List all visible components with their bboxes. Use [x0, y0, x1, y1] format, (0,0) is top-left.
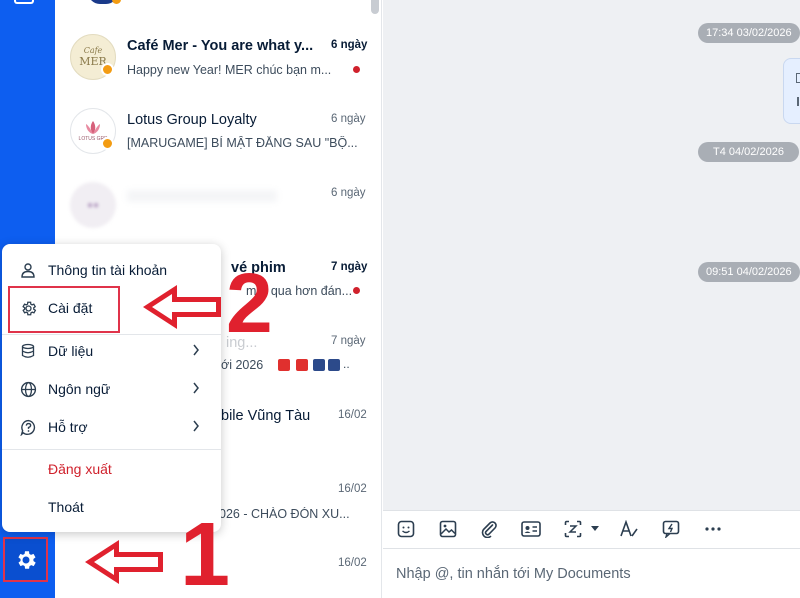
conversation-time: 7 ngày: [331, 261, 368, 273]
menu-item-logout[interactable]: Đăng xuất: [2, 452, 221, 486]
attachment-icon[interactable]: [478, 519, 500, 539]
gear-icon: [17, 550, 36, 569]
help-icon: [18, 417, 38, 437]
annotation-step-1: 1: [180, 505, 231, 598]
chevron-right-icon: [190, 342, 202, 358]
menu-label: Dữ liệu: [48, 343, 94, 359]
message-input[interactable]: Nhập @, tin nhắn tới My Documents: [396, 566, 631, 582]
menu-label: Đăng xuất: [48, 461, 112, 477]
text-format-icon[interactable]: [618, 519, 640, 539]
chevron-right-icon: [190, 418, 202, 434]
conversation-preview: [MARUGAME] BÍ MẬT ĐẰNG SAU "BỘ...: [127, 136, 358, 150]
conversation-item[interactable]: LOTUS GRP: [55, 94, 373, 168]
menu-label: Hỗ trợ: [48, 419, 88, 435]
annotation-arrow: [143, 285, 221, 329]
timestamp-chip: 09:51 04/02/2026: [698, 262, 800, 282]
conversation-time: 7 ngày: [331, 335, 366, 347]
menu-label: Ngôn ngữ: [48, 381, 111, 397]
conversation-preview: 026 - CHÀO ĐÓN XU...: [219, 507, 350, 521]
user-icon: [18, 260, 38, 280]
avatar: ●●: [70, 182, 116, 228]
conversation-time: 16/02: [338, 483, 367, 495]
conversation-preview: Happy new Year! MER chúc bạn m...: [127, 63, 332, 77]
menu-label: Thoát: [48, 499, 84, 515]
settings-button[interactable]: [3, 537, 48, 582]
conversation-time: 6 ngày: [331, 187, 366, 199]
menu-divider: [2, 449, 221, 450]
unread-dot: [353, 287, 360, 294]
conversation-name: Café Mer - You are what y...: [127, 38, 314, 54]
lotus-logo-icon: [86, 121, 100, 134]
sticker-icon[interactable]: [395, 519, 417, 539]
emoji-icon: [278, 359, 290, 371]
contact-card-icon[interactable]: [520, 519, 542, 539]
conversation-name: Lotus Group Loyalty: [127, 112, 257, 128]
message-bubble[interactable]: [783, 58, 800, 124]
image-icon[interactable]: [437, 519, 459, 539]
conversation-time: 16/02: [338, 409, 367, 421]
emoji-icon: [296, 359, 308, 371]
menu-item-data[interactable]: Dữ liệu: [2, 334, 221, 368]
bubble-fragment: [797, 97, 799, 106]
annotation-arrow: [85, 540, 163, 584]
settings-highlight-box: [8, 286, 120, 333]
conversation-time: 6 ngày: [331, 39, 368, 51]
chat-area: [383, 0, 800, 598]
emoji-icon: [328, 359, 340, 371]
chevron-down-icon[interactable]: [589, 519, 601, 539]
database-icon: [18, 341, 38, 361]
quick-message-icon[interactable]: [660, 519, 682, 539]
more-options-icon[interactable]: [702, 519, 724, 539]
timestamp-chip: T4 04/02/2026: [698, 142, 799, 162]
verified-icon: [101, 63, 114, 76]
globe-icon: [18, 379, 38, 399]
conversation-time: 16/02: [338, 557, 367, 569]
verified-icon: [101, 137, 114, 150]
unread-dot: [353, 66, 360, 73]
conversation-time: 6 ngày: [331, 113, 366, 125]
conversation-item[interactable]: ●●: [55, 168, 373, 242]
menu-item-language[interactable]: Ngôn ngữ: [2, 372, 221, 406]
chevron-right-icon: [190, 380, 202, 396]
conversation-name: bile Vũng Tàu: [221, 408, 311, 424]
blurred-name: [127, 190, 277, 202]
emoji-icon: [313, 359, 325, 371]
annotation-step-2: 2: [226, 256, 273, 350]
avatar-mark: ●●: [86, 199, 100, 211]
menu-item-support[interactable]: Hỗ trợ: [2, 410, 221, 444]
menu-label: Thông tin tài khoản: [48, 262, 168, 278]
bubble-fragment: [796, 73, 800, 83]
avatar-subtext: Cafe: [83, 46, 103, 55]
message-icon[interactable]: [14, 0, 34, 4]
screenshot-icon[interactable]: [562, 519, 584, 539]
conversation-preview: ới 2026: [221, 358, 264, 372]
timestamp-chip: 17:34 03/02/2026: [698, 23, 800, 43]
scrollbar[interactable]: [371, 0, 379, 14]
ellipsis: ..: [343, 357, 350, 371]
conversation-item[interactable]: Cafe MER: [55, 20, 373, 94]
